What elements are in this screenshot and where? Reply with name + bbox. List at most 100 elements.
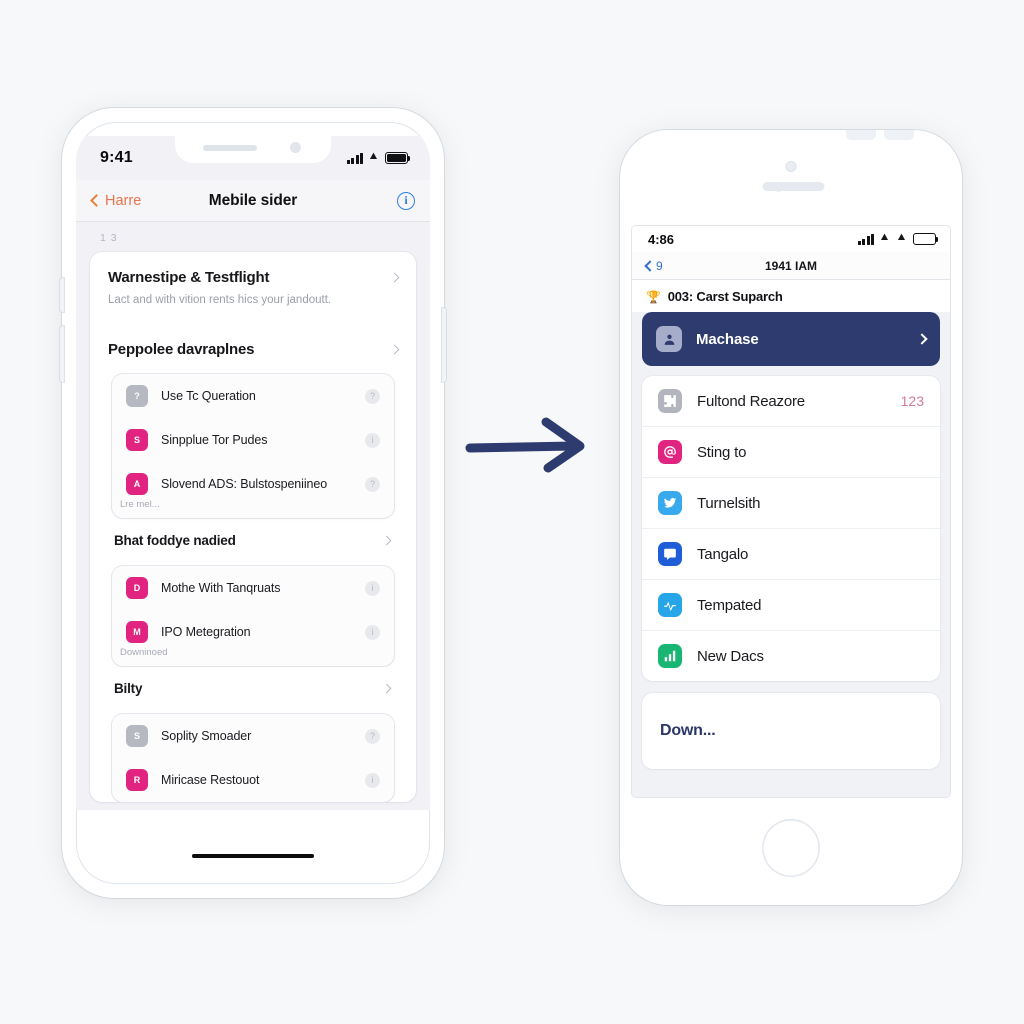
app-icon: D: [126, 577, 148, 600]
right-list-card: Fultond Reazore 123 Sting to Turnelsith: [642, 376, 940, 681]
section-title-text: 003: Carst Suparch: [667, 289, 783, 304]
left-scroll-content[interactable]: 1 3 Warnestipe & Testflight Lact and wit…: [76, 222, 430, 810]
section-title: 🏆 003: Carst Suparch: [632, 280, 950, 312]
group-1: ? Use Tc Queration ? S Sinpplue Tor Pude…: [112, 374, 394, 519]
hero-header-row[interactable]: Warnestipe & Testflight: [90, 252, 416, 292]
right-phone-top: [620, 130, 962, 226]
chat-icon: [658, 542, 682, 566]
status-badge: ?: [365, 728, 380, 744]
pulse-icon: [658, 593, 682, 617]
hero-section-row[interactable]: Peppolee davraplnes: [90, 324, 416, 364]
app-icon: M: [126, 621, 148, 644]
app-icon: S: [126, 429, 148, 452]
right-status-bar: 4:86: [632, 226, 950, 252]
footer-card-label: Down...: [660, 722, 716, 739]
flow-arrow-icon: [465, 417, 585, 473]
section-3-label: Bilty: [114, 681, 143, 697]
group-3: S Soplity Smoader ? R Miricase Restouot …: [112, 714, 394, 803]
highlighted-list-item[interactable]: Machase: [642, 312, 940, 366]
chevron-right-icon: [381, 683, 392, 694]
list-item-label: Sting to: [697, 443, 747, 461]
list-item[interactable]: Tempated: [642, 580, 940, 631]
list-counter-label: 1 3: [100, 232, 118, 244]
page-title: 1941 IAM: [764, 258, 818, 273]
list-item[interactable]: Fultond Reazore 123: [642, 376, 940, 427]
status-badge: ?: [365, 476, 380, 492]
chevron-right-icon: [389, 272, 400, 283]
power-button[interactable]: [442, 308, 446, 382]
status-badge: i: [365, 580, 380, 596]
app-icon: ?: [126, 385, 148, 408]
list-item-label: Soplity Smoader: [161, 729, 252, 744]
speaker-grille: [203, 145, 257, 151]
right-phone-bottom: [620, 797, 962, 905]
wifi-icon: [368, 153, 380, 163]
status-time: 9:41: [100, 149, 133, 166]
section-header-3[interactable]: Bilty: [90, 666, 416, 704]
list-item-label: Fultond Reazore: [697, 392, 805, 410]
at-icon: [658, 440, 682, 464]
volume-buttons[interactable]: [60, 326, 64, 382]
trophy-icon: 🏆: [646, 289, 661, 304]
list-item-label: Slovend ADS: Bulstospeniineo: [161, 477, 328, 492]
wifi-icon: [879, 234, 891, 244]
highlighted-item-label: Machase: [696, 330, 759, 348]
speaker-grille: [762, 182, 825, 191]
list-item[interactable]: Tangalo: [642, 529, 940, 580]
status-indicators: [857, 233, 939, 245]
front-camera-icon: [290, 142, 301, 153]
app-icon: R: [126, 769, 148, 792]
list-item[interactable]: Turnelsith: [642, 478, 940, 529]
hero-title: Warnestipe & Testflight: [108, 269, 270, 286]
home-button-icon[interactable]: [762, 819, 820, 877]
item-count-badge: 123: [900, 393, 924, 409]
status-badge: i: [365, 432, 380, 448]
left-nav-bar: Harre Mebile sider i: [76, 180, 430, 222]
list-item[interactable]: New Dacs: [642, 631, 940, 681]
group-2: D Mothe With Tanqruats i M IPO Metegrati…: [112, 566, 394, 667]
right-phone-screen: 4:86 9 1941 IAM 🏆 003: Carst Suparch: [632, 226, 950, 797]
footer-card[interactable]: Down...: [642, 693, 940, 769]
signal-bars-icon: [346, 152, 363, 164]
list-item[interactable]: S Sinpplue Tor Pudes i: [112, 418, 394, 462]
list-item[interactable]: D Mothe With Tanqruats i: [112, 566, 394, 610]
chevron-right-icon: [916, 333, 928, 345]
app-icon: S: [126, 725, 148, 748]
canvas: 9:41 Harre Mebile sider i: [0, 0, 1024, 1024]
wifi-icon: [896, 234, 908, 244]
bars-icon: [658, 644, 682, 668]
front-camera-icon: [786, 162, 796, 171]
notch: [175, 136, 331, 163]
list-item[interactable]: Sting to: [642, 427, 940, 478]
left-phone-bezel: 9:41 Harre Mebile sider i: [76, 122, 430, 884]
status-indicators: [346, 152, 411, 164]
list-item-label: Miricase Restouot: [161, 773, 260, 788]
chevron-right-icon: [389, 344, 400, 355]
list-item-label: Turnelsith: [697, 494, 761, 512]
app-icon: A: [126, 473, 148, 496]
home-indicator[interactable]: [192, 853, 314, 858]
hero-section-label: Peppolee davraplnes: [108, 341, 255, 359]
list-item[interactable]: A Slovend ADS: Bulstospeniineo ?: [112, 462, 394, 506]
list-item-label: Tangalo: [697, 545, 749, 563]
chevron-right-icon: [381, 535, 392, 546]
list-item-label: Mothe With Tanqruats: [161, 581, 281, 596]
info-circle-icon[interactable]: i: [397, 191, 415, 210]
section-header-2[interactable]: Bhat foddye nadied: [90, 518, 416, 556]
right-phone-frame: 4:86 9 1941 IAM 🏆 003: Carst Suparch: [620, 130, 962, 905]
list-item-label: IPO Metegration: [161, 625, 251, 640]
person-icon: [656, 326, 682, 352]
puzzle-icon: [658, 389, 682, 413]
list-item[interactable]: M IPO Metegration i: [112, 610, 394, 654]
mute-switch[interactable]: [60, 278, 64, 312]
list-item-label: New Dacs: [697, 647, 764, 665]
list-item[interactable]: R Miricase Restouot i: [112, 758, 394, 802]
list-item[interactable]: ? Use Tc Queration ?: [112, 374, 394, 418]
battery-empty-icon: [913, 233, 939, 245]
status-badge: i: [365, 772, 380, 788]
signal-bars-icon: [857, 233, 874, 245]
hero-subtitle: Lact and with vition rents hics your jan…: [108, 294, 332, 306]
list-item[interactable]: S Soplity Smoader ?: [112, 714, 394, 758]
right-nav-bar: 9 1941 IAM: [632, 252, 950, 280]
left-phone-screen: 9:41 Harre Mebile sider i: [76, 136, 430, 810]
